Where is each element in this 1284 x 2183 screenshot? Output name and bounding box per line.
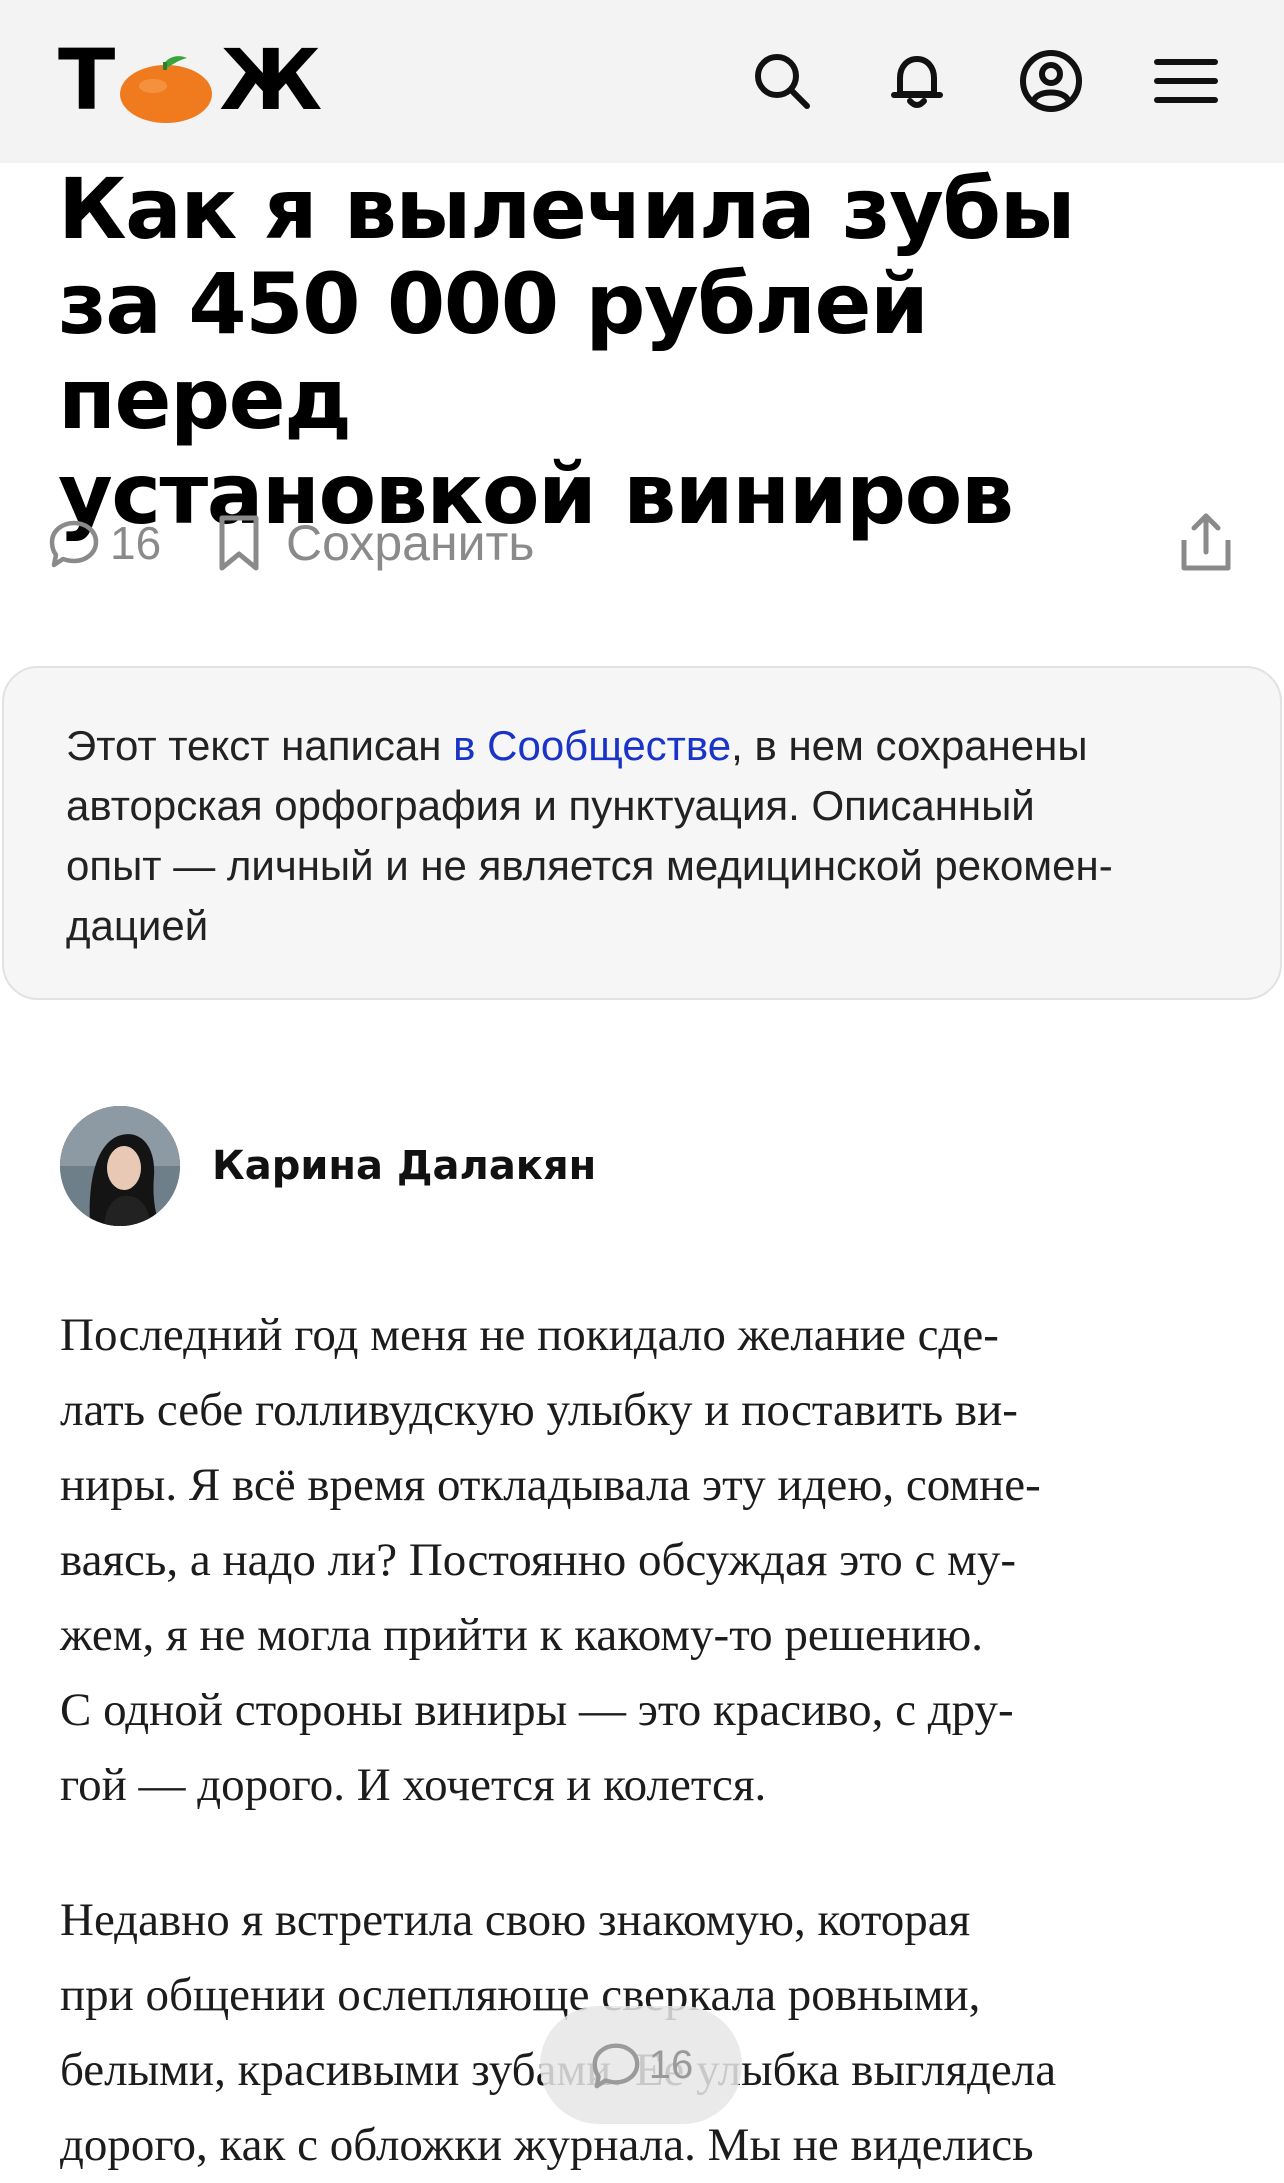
paragraph-line: ниры. Я всё время откладывала эту идею, … — [60, 1459, 1041, 1511]
comment-icon — [592, 2043, 640, 2089]
menu-icon[interactable] — [1153, 48, 1219, 114]
article-actions: 16 Сохранить — [46, 510, 1236, 576]
notice-text: , в нем сохранены — [731, 722, 1088, 769]
bell-icon[interactable] — [884, 48, 950, 114]
notice-text: дацией — [66, 902, 209, 949]
title-line: Как я вылечила зубы — [58, 160, 1076, 258]
share-icon — [1181, 513, 1231, 571]
comments-count: 16 — [110, 517, 162, 569]
paragraph-line: лать себе голливудскую улыбку и поставит… — [60, 1384, 1018, 1436]
save-label: Сохранить — [286, 515, 535, 571]
notice-text: опыт — личный и не является медицинской … — [66, 842, 1113, 889]
profile-icon[interactable] — [1018, 48, 1084, 114]
floating-comments-button[interactable]: 16 — [540, 2006, 742, 2124]
article-title: Как я вылечила зубы за 450 000 рублей пе… — [58, 162, 1238, 542]
title-line: за 450 000 рублей перед — [58, 255, 929, 448]
paragraph-line: жем, я не могла прийти к какому-то решен… — [60, 1609, 983, 1661]
logo-letter-t: Т — [58, 31, 115, 129]
article-paragraph: Последний год меня не покидало желание с… — [60, 1298, 1240, 1823]
tj-logo[interactable]: Т Ж — [58, 31, 322, 129]
paragraph-line: С одной стороны виниры — это красиво, с … — [60, 1684, 1014, 1736]
share-button[interactable] — [1176, 510, 1236, 576]
floating-comments-count: 16 — [648, 2042, 694, 2087]
notice-text: Этот текст написан — [66, 722, 454, 769]
paragraph-line: Недавно я встретила свою знакомую, котор… — [60, 1894, 971, 1946]
comment-icon — [49, 520, 99, 568]
community-link[interactable]: в Сообществе — [453, 722, 731, 769]
save-button[interactable]: Сохранить — [214, 510, 534, 576]
comments-link[interactable]: 16 — [46, 510, 161, 576]
community-notice: Этот текст написан в Сообществе, в нем с… — [2, 666, 1282, 1000]
logo-letter-zh: Ж — [219, 31, 322, 129]
paragraph-line: ваясь, а надо ли? Постоянно обсуждая это… — [60, 1534, 1017, 1586]
paragraph-line: гой — дорого. И хочется и колется. — [60, 1759, 767, 1811]
search-icon[interactable] — [749, 48, 815, 114]
tangerine-icon — [117, 46, 215, 123]
author-name[interactable]: Карина Далакян — [212, 1143, 596, 1189]
author-block[interactable]: Карина Далакян — [60, 1106, 596, 1226]
top-header: Т Ж — [0, 0, 1284, 163]
avatar[interactable] — [60, 1106, 180, 1226]
bookmark-icon — [219, 515, 259, 571]
paragraph-line: Последний год меня не покидало желание с… — [60, 1309, 999, 1361]
notice-text: авторская орфография и пунктуация. Описа… — [66, 782, 1035, 829]
